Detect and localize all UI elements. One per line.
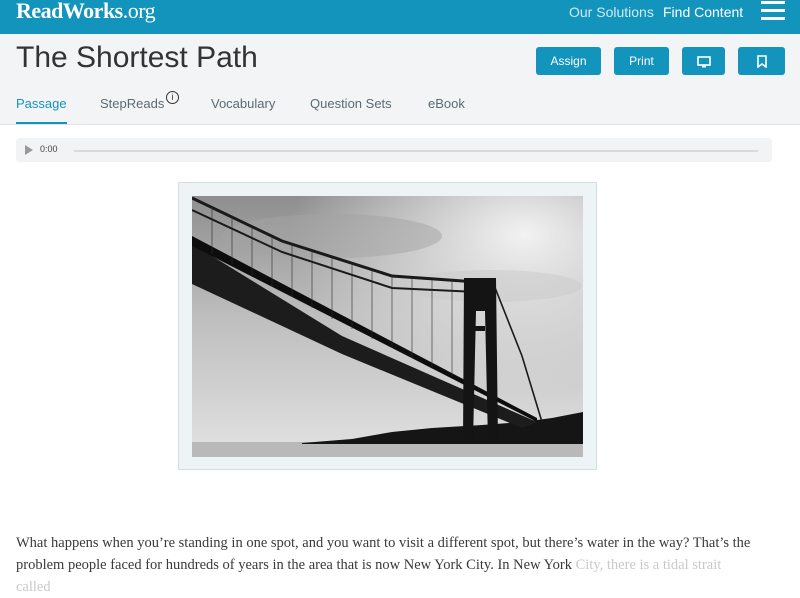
- our-solutions-link[interactable]: Our Solutions: [569, 4, 654, 20]
- article-header: The Shortest Path Assign Print Passage S…: [0, 34, 800, 124]
- content-tabs: Passage StepReads Vocabulary Question Se…: [0, 96, 800, 124]
- bridge-photo: [192, 196, 583, 457]
- tab-question-sets[interactable]: Question Sets: [310, 96, 392, 122]
- monitor-icon: [696, 56, 711, 68]
- readworks-logo[interactable]: ReadWorks.org: [16, 0, 156, 24]
- hamburger-menu-icon[interactable]: [761, 1, 785, 21]
- audio-progress-track[interactable]: [74, 150, 758, 152]
- tab-passage[interactable]: Passage: [16, 96, 67, 124]
- info-icon[interactable]: i: [166, 91, 179, 104]
- tab-stepreads[interactable]: StepReads: [100, 96, 164, 122]
- top-navigation-bar: ReadWorks.org Our Solutions Find Content: [0, 0, 800, 34]
- header-divider: [0, 124, 800, 125]
- tab-ebook[interactable]: eBook: [428, 96, 465, 122]
- passage-text: What happens when you’re standing in one…: [16, 532, 756, 598]
- tab-vocabulary[interactable]: Vocabulary: [211, 96, 275, 122]
- logo-suffix: .org: [122, 0, 156, 23]
- print-button[interactable]: Print: [614, 47, 669, 75]
- passage-image-frame: [178, 182, 597, 470]
- logo-main: ReadWorks: [16, 0, 123, 23]
- audio-time: 0:00: [40, 144, 58, 154]
- audio-player: 0:00: [16, 138, 772, 162]
- bookmark-button[interactable]: [738, 47, 785, 75]
- present-button[interactable]: [682, 47, 725, 75]
- bookmark-icon: [756, 55, 767, 69]
- page-title: The Shortest Path: [16, 41, 258, 74]
- play-icon[interactable]: [25, 145, 33, 155]
- assign-button[interactable]: Assign: [536, 47, 601, 75]
- find-content-link[interactable]: Find Content: [663, 4, 743, 20]
